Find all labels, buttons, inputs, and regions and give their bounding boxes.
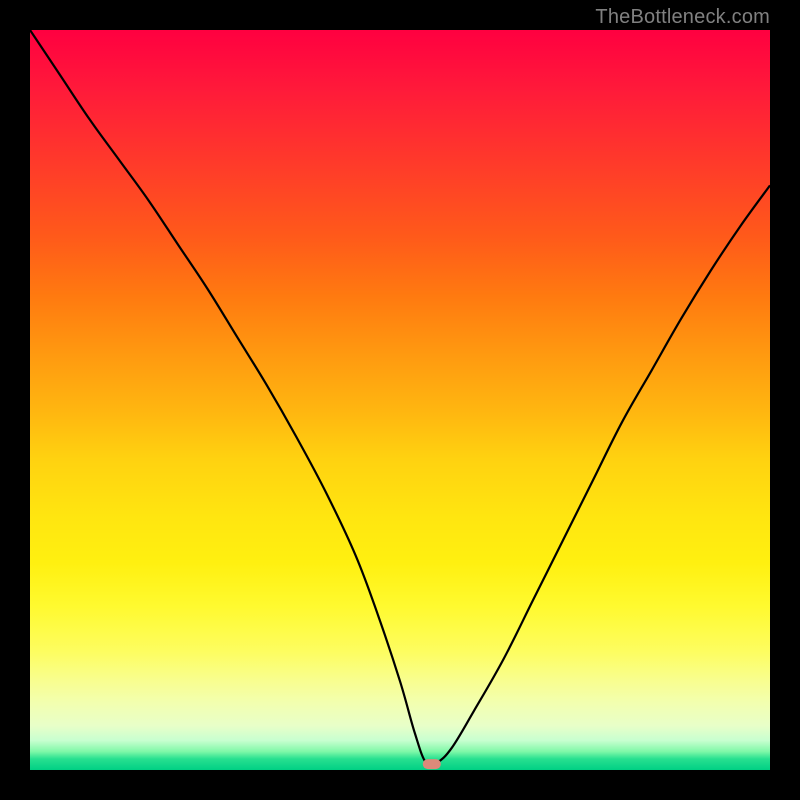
marker-dot xyxy=(423,759,441,769)
curve-path xyxy=(30,30,770,766)
minimum-marker xyxy=(423,759,441,769)
bottleneck-curve xyxy=(30,30,770,766)
chart-svg xyxy=(30,30,770,770)
watermark-text: TheBottleneck.com xyxy=(595,6,770,29)
chart-stage: TheBottleneck.com xyxy=(0,0,800,800)
